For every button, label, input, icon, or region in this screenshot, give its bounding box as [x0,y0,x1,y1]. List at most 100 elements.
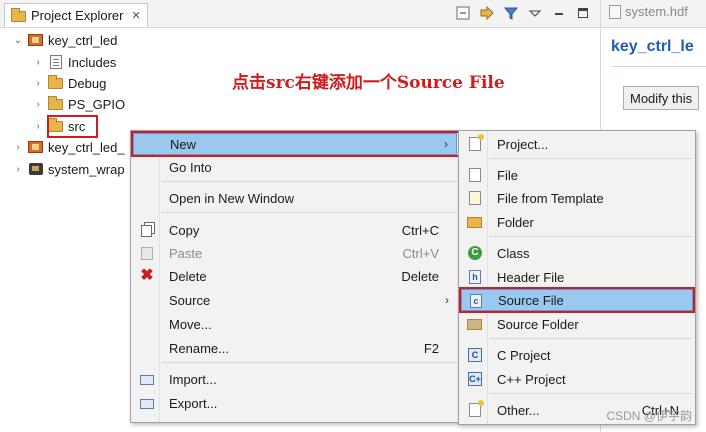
tab-system-hdf-label: system.hdf [625,4,688,19]
project-icon [28,139,44,155]
menu-item-label: Paste [169,245,203,261]
menu-item-label: Project... [497,136,549,152]
menu-item-delete[interactable]: ✖ Delete Delete [133,265,457,287]
other-icon [467,400,484,418]
tree-item-system-wrap[interactable]: › system_wrap [12,159,124,179]
view-menu-icon[interactable] [526,4,544,22]
chevron-right-icon[interactable]: › [32,121,44,132]
menu-item-open-in-new-window[interactable]: Open in New Window [133,187,457,209]
menu-item-paste[interactable]: Paste Ctrl+V [133,242,457,264]
menu-item-label: Move... [169,316,212,332]
submenu-item-class[interactable]: C Class [461,242,693,264]
submenu-item-file-from-template[interactable]: File from Template [461,187,693,209]
menu-item-label: Source [169,292,211,308]
editor-header: system.hdf [601,0,706,28]
filter-icon[interactable] [502,4,520,22]
tab-project-explorer[interactable]: Project Explorer ✕ [4,3,148,27]
menu-separator [161,181,457,182]
submenu-item-cpp-project[interactable]: C+ C++ Project [461,368,693,390]
project-icon [28,32,44,48]
project-explorer-header: Project Explorer ✕ [0,0,600,28]
file-icon [609,4,621,19]
menu-item-label: Rename... [169,340,229,356]
link-with-editor-icon[interactable] [478,4,496,22]
tab-system-hdf[interactable]: system.hdf [609,4,688,19]
source-folder-icon [467,316,483,332]
menu-item-label: Folder [497,214,534,230]
chevron-right-icon[interactable]: › [32,57,44,68]
menu-item-copy[interactable]: Copy Ctrl+C [133,219,457,241]
submenu-item-project[interactable]: Project... [461,133,693,155]
menu-item-shortcut: Ctrl+C [401,222,439,238]
minimize-icon[interactable] [550,4,568,22]
menu-item-label: Go Into [169,159,212,175]
submenu-item-c-project[interactable]: C C Project [461,344,693,366]
submenu-item-folder[interactable]: Folder [461,211,693,233]
source-file-highlight-box [459,287,695,313]
export-icon [139,395,155,411]
tree-item-label: Debug [68,75,107,91]
menu-separator [161,362,457,363]
menu-item-rename[interactable]: Rename... F2 [133,337,457,359]
submenu-arrow-icon: › [445,293,449,307]
submenu-item-header-file[interactable]: h Header File [461,266,693,288]
new-highlight-box [131,131,461,157]
maximize-icon[interactable] [574,4,592,22]
cpp-project-icon: C+ [468,372,482,386]
watermark: CSDN @伊宇韵 [606,409,692,423]
tree-item-debug[interactable]: › Debug [32,73,106,93]
file-template-icon [467,190,483,206]
project-explorer-icon [11,7,27,24]
menu-item-source[interactable]: Source › [133,289,457,311]
menu-item-move[interactable]: Move... [133,313,457,335]
tree-item-ps-gpio[interactable]: › PS_GPIO [32,94,125,114]
menu-item-label: Open in New Window [169,190,294,206]
tree-item-includes[interactable]: › Includes [32,52,116,72]
paste-icon [139,245,155,261]
menu-separator [489,158,693,159]
chevron-right-icon[interactable]: › [32,99,44,110]
menu-item-go-into[interactable]: Go Into [133,156,457,178]
import-icon [139,371,155,387]
menu-item-label: File [497,167,518,183]
menu-item-shortcut: Delete [401,268,439,284]
submenu-item-file[interactable]: File [461,164,693,186]
menu-item-label: File from Template [497,190,604,206]
includes-icon [48,54,64,70]
chip-icon [28,161,44,177]
tree-item-label: key_ctrl_led [48,32,118,48]
folder-icon [48,75,64,91]
editor-title: key_ctrl_le [611,38,694,55]
menu-item-label: Export... [169,395,218,411]
chevron-right-icon[interactable]: › [32,78,44,89]
menu-item-label: Class [497,245,530,261]
tree-item-label: Includes [68,54,117,70]
delete-icon: ✖ [140,267,154,284]
menu-item-shortcut: Ctrl+V [402,245,439,261]
chevron-right-icon[interactable]: › [12,142,24,153]
tab-project-explorer-label: Project Explorer [31,8,124,23]
menu-separator [489,393,693,394]
modify-button[interactable]: Modify this [623,86,700,110]
menu-item-label: C Project [497,347,551,363]
chevron-right-icon[interactable]: › [12,164,24,175]
editor-divider [611,66,706,67]
folder-icon [467,214,483,230]
new-project-icon [467,134,484,152]
c-project-icon: C [467,347,483,363]
header-file-icon: h [467,269,483,285]
tree-item-key-ctrl-led-2[interactable]: › key_ctrl_led_ [12,137,124,157]
expand-chevron-icon[interactable]: ⌄ [12,35,24,46]
collapse-all-icon[interactable] [454,4,472,22]
submenu-item-source-folder[interactable]: Source Folder [461,313,693,335]
menu-item-label: Header File [497,269,565,285]
menu-separator [489,236,693,237]
menu-item-export[interactable]: Export... [133,392,457,414]
menu-item-label: Import... [169,371,217,387]
tree-item-key-ctrl-led[interactable]: ⌄ key_ctrl_led [12,30,118,50]
file-icon [467,167,483,183]
class-icon: C [467,245,483,261]
close-icon[interactable]: ✕ [131,9,140,22]
folder-icon [48,96,64,112]
menu-item-import[interactable]: Import... [133,368,457,390]
